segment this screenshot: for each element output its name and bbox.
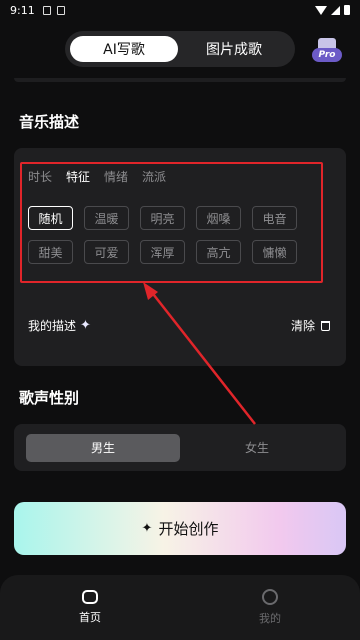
notification-icon-2 <box>56 5 65 15</box>
music-description-card: 时长 特征 情绪 流派 随机 温暖 明亮 烟嗓 电音 甜美 可爱 浑厚 高亢 慵… <box>14 148 346 366</box>
voice-gender-selector: 男生 女生 <box>14 424 346 471</box>
previous-card-edge <box>14 78 346 82</box>
tab-image-song[interactable]: 图片成歌 <box>178 36 290 62</box>
sparkle-icon: ✦ <box>80 318 91 333</box>
my-description-button[interactable]: 我的描述 ✦ <box>28 317 91 334</box>
start-creating-button[interactable]: ✦ 开始创作 <box>14 502 346 555</box>
trash-icon <box>321 320 330 331</box>
pro-label: Pro <box>312 48 342 62</box>
status-bar: 9:11 <box>0 0 360 20</box>
gender-female-option[interactable]: 女生 <box>180 434 334 462</box>
top-tabs: AI写歌 图片成歌 <box>65 31 295 67</box>
signal-icon <box>331 5 340 15</box>
tab-ai-write[interactable]: AI写歌 <box>70 36 178 62</box>
highlight-box <box>20 162 323 283</box>
pro-badge[interactable]: Pro <box>312 38 342 62</box>
gender-male-option[interactable]: 男生 <box>26 433 180 462</box>
home-icon <box>82 590 98 604</box>
status-time: 9:11 <box>10 3 35 17</box>
sparkle-icon: ✦ <box>141 521 153 536</box>
profile-icon <box>262 589 278 605</box>
notification-icon <box>42 5 51 15</box>
nav-mine-label: 我的 <box>259 612 281 625</box>
clear-button[interactable]: 清除 <box>291 317 330 334</box>
music-description-title: 音乐描述 <box>19 113 80 131</box>
voice-gender-title: 歌声性别 <box>19 389 80 407</box>
nav-home[interactable]: 首页 <box>0 575 180 640</box>
bottom-nav: 首页 我的 <box>0 575 360 640</box>
battery-icon <box>344 5 350 15</box>
nav-mine[interactable]: 我的 <box>180 575 360 640</box>
clear-label: 清除 <box>290 319 315 333</box>
nav-home-label: 首页 <box>79 611 101 624</box>
my-description-label: 我的描述 <box>28 319 77 333</box>
wifi-icon <box>315 5 327 15</box>
start-creating-label: 开始创作 <box>158 520 219 538</box>
